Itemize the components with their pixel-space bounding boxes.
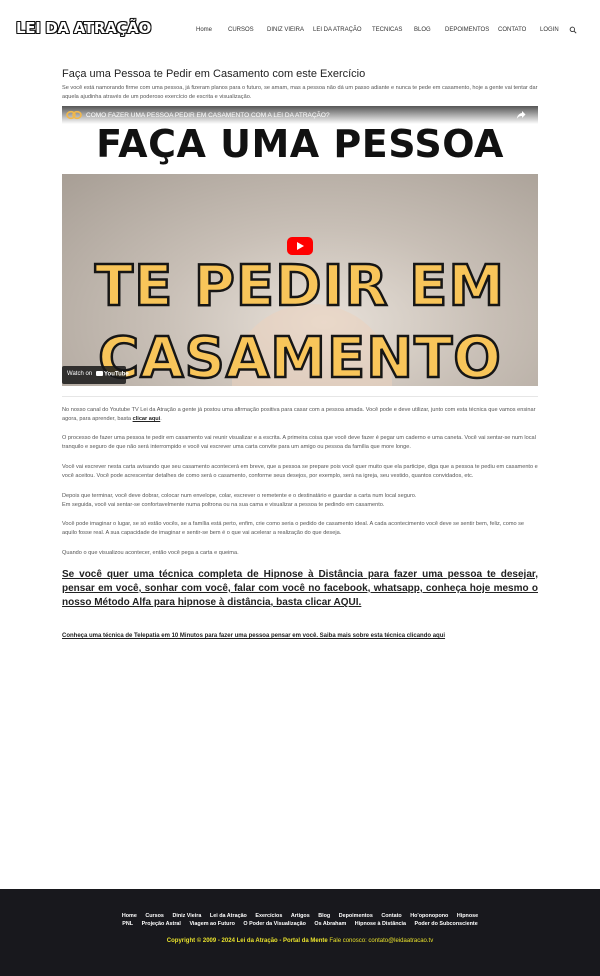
footer-link-viagem-ao-futuro[interactable]: Viagem ao Futuro (189, 921, 234, 927)
site-header: LEI DA ATRAÇÃO Home CURSOS DINIZ VIEIRA … (0, 0, 600, 60)
channel-logo-icon[interactable] (66, 110, 82, 120)
footer-nav-row-2: PNL Projeção Astral Viagem ao Futuro O P… (0, 921, 600, 927)
video-thumbnail-line3: CASAMENTO (97, 325, 502, 386)
footer-link-poder-da-visualizacao[interactable]: O Poder da Visualização (243, 921, 306, 927)
footer-link-os-abraham[interactable]: Os Abraham (314, 921, 346, 927)
nav-login[interactable]: LOGIN (540, 25, 559, 35)
footer-link-diniz-vieira[interactable]: Diniz Vieira (172, 913, 201, 919)
footer-link-home[interactable]: Home (122, 913, 137, 919)
nav-lei-da-atracao[interactable]: LEI DA ATRAÇÃO (313, 25, 362, 35)
page-title: Faça uma Pessoa te Pedir em Casamento co… (62, 68, 366, 80)
footer-link-blog[interactable]: Blog (318, 913, 330, 919)
paragraph-process: O processo de fazer uma pessoa te pedir … (62, 435, 536, 450)
copyright: Copyright © 2009 - 2024 Lei da Atração -… (0, 938, 600, 944)
footer-nav-row-1: Home Cursos Diniz Vieira Lei da Atração … (0, 913, 600, 919)
nav-diniz-vieira[interactable]: DINIZ VIEIRA (267, 25, 304, 35)
footer-link-poder-do-subconsciente[interactable]: Poder do Subconsciente (415, 921, 478, 927)
footer-link-pnl[interactable]: PNL (122, 921, 133, 927)
paragraph-imagine: Você pode imaginar o lugar, se só estão … (62, 521, 525, 536)
footer-link-hipnose[interactable]: Hipnose (457, 913, 478, 919)
nav-blog[interactable]: BLOG (414, 25, 431, 35)
paragraph-visualize: Em seguida, você vai sentar-se confortav… (62, 502, 385, 508)
site-footer: Home Cursos Diniz Vieira Lei da Atração … (0, 889, 600, 976)
video-thumbnail-photo: TE PEDIR EM CASAMENTO (62, 174, 538, 386)
copyright-text: Copyright © 2009 - 2024 Lei da Atração -… (166, 938, 328, 944)
nav-contato[interactable]: CONTATO (498, 25, 526, 35)
footer-link-lei-da-atracao[interactable]: Lei da Atração (210, 913, 247, 919)
footer-link-projecao-astral[interactable]: Projeção Astral (142, 921, 181, 927)
nav-tecnicas[interactable]: TECNICAS (372, 25, 402, 35)
intro-paragraph: Se você está namorando firme com uma pes… (62, 85, 538, 100)
footer-link-depoimentos[interactable]: Depoimentos (339, 913, 373, 919)
nav-depoimentos[interactable]: DEPOIMENTOS (445, 25, 489, 35)
video-thumbnail-line2: TE PEDIR EM (94, 253, 506, 321)
paragraph-letter: Você vai escrever nesta carta avisando q… (62, 464, 538, 479)
youtube-video-embed[interactable]: FAÇA UMA PESSOA TE PEDIR EM CASAMENTO CO… (62, 106, 538, 386)
footer-link-contato[interactable]: Contato (381, 913, 401, 919)
hipnose-cta-link[interactable]: Se você quer uma técnica completa de Hip… (62, 568, 538, 610)
youtube-logo: YouTube (96, 371, 129, 378)
video-thumbnail-line1: FAÇA UMA PESSOA (96, 122, 504, 166)
footer-link-exercicios[interactable]: Exercícios (255, 913, 282, 919)
footer-link-hooponopono[interactable]: Ho'oponopono (410, 913, 448, 919)
footer-link-cursos[interactable]: Cursos (145, 913, 164, 919)
clicar-aqui-link[interactable]: clicar aqui (133, 416, 161, 422)
footer-link-hipnose-a-distancia[interactable]: Hipnose à Distância (355, 921, 406, 927)
search-icon[interactable] (569, 26, 577, 34)
paragraph-burn: Quando o que visualizou acontecer, então… (62, 550, 239, 556)
play-button[interactable] (287, 237, 313, 255)
divider (62, 396, 538, 397)
site-logo[interactable]: LEI DA ATRAÇÃO (16, 19, 151, 37)
share-icon[interactable] (516, 110, 526, 120)
nav-cursos[interactable]: CURSOS (228, 25, 254, 35)
watch-on-youtube-button[interactable]: Watch on YouTube (62, 366, 129, 384)
contact-email-link[interactable]: Fale conosco: contato@leidaatracao.tv (328, 938, 433, 944)
telepatia-link[interactable]: Conheça uma técnica de Telepatia em 10 M… (62, 632, 538, 641)
video-title[interactable]: COMO FAZER UMA PESSOA PEDIR EM CASAMENTO… (86, 112, 330, 119)
video-title-bar: COMO FAZER UMA PESSOA PEDIR EM CASAMENTO… (62, 106, 538, 124)
watch-on-label: Watch on (67, 371, 93, 377)
paragraph-youtube-channel: No nosso canal do Youtube TV Lei da Atra… (62, 407, 536, 422)
nav-home[interactable]: Home (196, 25, 212, 35)
paragraph-envelope: Depois que terminar, você deve dobrar, c… (62, 493, 417, 499)
footer-link-artigos[interactable]: Artigos (291, 913, 310, 919)
